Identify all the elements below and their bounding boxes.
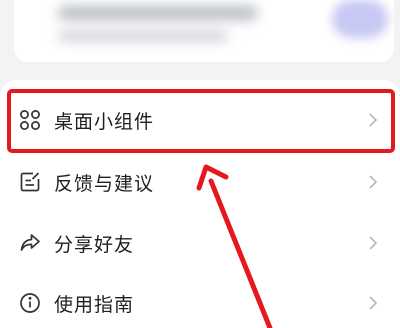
chevron-right-icon	[366, 233, 380, 253]
chevron-right-icon	[366, 110, 380, 130]
menu-item-feedback[interactable]: 反馈与建议	[0, 153, 400, 211]
menu-item-label: 分享好友	[54, 233, 135, 256]
menu-item-label: 反馈与建议	[54, 172, 155, 195]
chevron-right-icon	[366, 293, 380, 313]
blurred-text-line	[58, 6, 258, 20]
feedback-edit-icon	[18, 170, 42, 194]
settings-screen: 桌面小组件 反馈与建议 分享好友 使用指南	[0, 0, 400, 328]
menu-item-user-guide[interactable]: 使用指南	[0, 274, 400, 328]
blurred-text-line	[58, 30, 228, 42]
blurred-profile-card[interactable]	[14, 0, 394, 62]
menu-item-desktop-widget[interactable]: 桌面小组件	[0, 91, 400, 149]
share-arrow-icon	[18, 231, 42, 255]
menu-item-share-friends[interactable]: 分享好友	[0, 214, 400, 272]
blurred-button	[332, 0, 388, 38]
chevron-right-icon	[366, 172, 380, 192]
menu-item-label: 桌面小组件	[54, 110, 155, 133]
info-icon	[18, 291, 42, 315]
menu-card: 桌面小组件 反馈与建议 分享好友 使用指南	[0, 80, 400, 328]
menu-item-label: 使用指南	[54, 293, 135, 316]
widgets-grid-icon	[18, 108, 42, 132]
